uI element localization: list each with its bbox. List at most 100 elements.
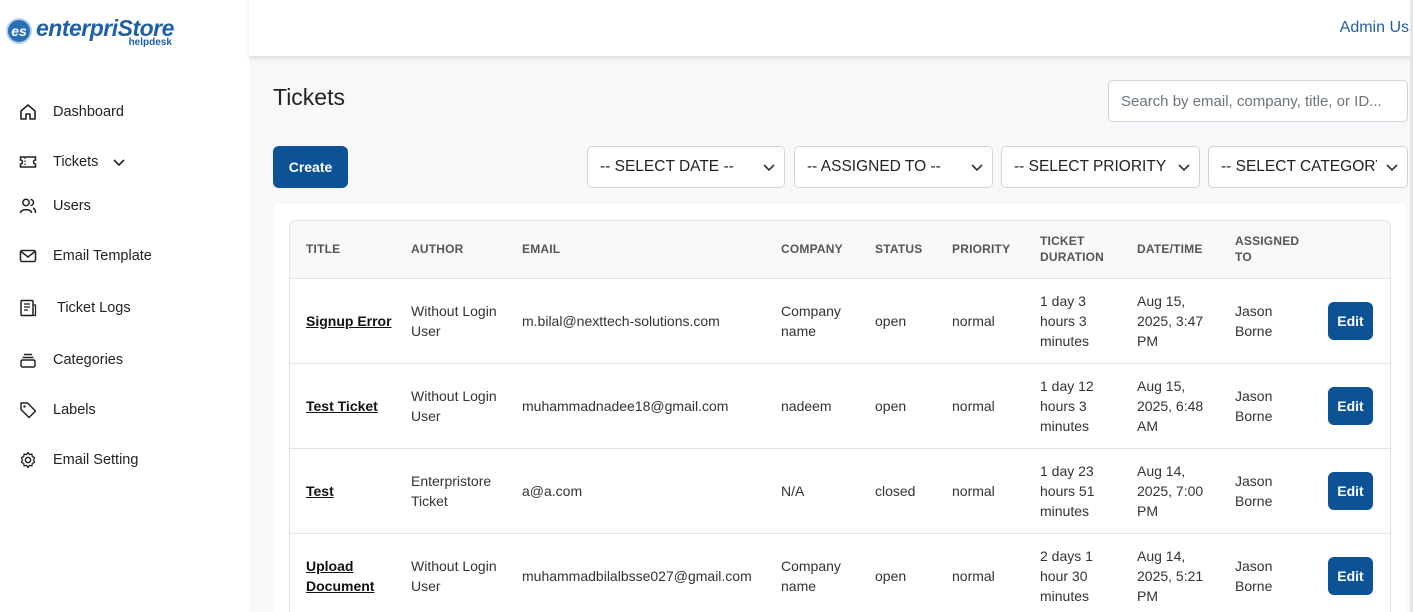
- cell-assigned: Jason Borne: [1235, 557, 1273, 594]
- cell-author: Without Login User: [411, 387, 497, 424]
- cell-assigned: Jason Borne: [1235, 472, 1273, 509]
- logo-sub: helpdesk: [128, 37, 172, 48]
- table-row: Test Ticket Without Login User muhammadn…: [290, 363, 1390, 448]
- cell-status: open: [875, 567, 907, 584]
- sidebar-item-label: Categories: [53, 352, 124, 368]
- ticket-icon: [18, 152, 38, 172]
- sidebar-item-label: Tickets: [53, 154, 99, 170]
- sidebar-item-label: Labels: [53, 402, 96, 418]
- page-title: Tickets: [273, 84, 345, 110]
- column-header-email: EMAIL: [506, 221, 765, 279]
- cell-title: Test: [290, 448, 395, 533]
- cell-author: Enterpristore Ticket: [411, 472, 492, 509]
- sidebar-item-labels[interactable]: Labels: [18, 398, 96, 422]
- edit-button[interactable]: Edit: [1328, 471, 1373, 510]
- column-header-author: AUTHOR: [395, 221, 506, 279]
- cell-title: Test Ticket: [290, 363, 395, 448]
- sidebar-item-label: Users: [53, 198, 91, 214]
- sidebar-item-label: Dashboard: [53, 104, 124, 120]
- cell-datetime: Aug 14, 2025, 7:00 PM: [1137, 462, 1204, 519]
- edit-button[interactable]: Edit: [1328, 301, 1373, 340]
- cell-priority: normal: [952, 567, 995, 584]
- logo-text: enterpriStore helpdesk: [36, 14, 174, 48]
- filter-label: -- SELECT CATEGORY --: [1221, 158, 1377, 175]
- category-filter-select[interactable]: -- SELECT CATEGORY --: [1208, 146, 1408, 188]
- date-filter-select[interactable]: -- SELECT DATE --: [587, 146, 785, 188]
- ticket-title-link[interactable]: Test Ticket: [306, 398, 378, 414]
- cell-duration: 1 day 23 hours 51 minutes: [1040, 462, 1095, 519]
- create-button[interactable]: Create: [273, 146, 348, 188]
- sidebar-item-tickets[interactable]: Tickets: [18, 150, 126, 174]
- sidebar-item-categories[interactable]: Categories: [18, 348, 123, 372]
- cell-status: open: [875, 312, 907, 329]
- users-icon: [18, 196, 38, 216]
- sidebar-item-label: Email Setting: [53, 452, 139, 468]
- logo-mark: es: [6, 18, 32, 44]
- cell-author: Without Login User: [411, 557, 497, 594]
- cell-status: closed: [875, 482, 916, 499]
- column-header-duration: TICKET DURATION: [1024, 221, 1121, 279]
- column-header-title: TITLE: [290, 221, 395, 279]
- top-bar: Admin Us: [249, 0, 1413, 56]
- cell-datetime: Aug 15, 2025, 6:48 AM: [1137, 377, 1204, 434]
- cell-company: Company name: [781, 557, 841, 594]
- ticket-title-link[interactable]: Upload Document: [306, 558, 374, 594]
- tickets-table-wrapper: TITLE AUTHOR EMAIL COMPANY STATUS PRIORI…: [289, 220, 1391, 612]
- tag-icon: [18, 400, 38, 420]
- column-header-assigned: ASSIGNED TO: [1219, 221, 1312, 279]
- sidebar-item-label: Ticket Logs: [57, 300, 131, 316]
- sidebar-item-dashboard[interactable]: Dashboard: [18, 100, 124, 124]
- envelope-icon: [18, 246, 38, 266]
- cell-assigned: Jason Borne: [1235, 387, 1273, 424]
- filter-label: -- SELECT PRIORITY --: [1014, 158, 1169, 175]
- cell-duration: 2 days 1 hour 30 minutes: [1040, 547, 1093, 604]
- table-row: Upload Document Without Login User muham…: [290, 533, 1390, 612]
- cell-duration: 1 day 3 hours 3 minutes: [1040, 292, 1090, 349]
- cell-email: a@a.com: [522, 482, 583, 499]
- table-row: Test Enterpristore Ticket a@a.com N/A cl…: [290, 448, 1390, 533]
- cell-status: open: [875, 397, 907, 414]
- edit-button[interactable]: Edit: [1328, 556, 1373, 595]
- filter-label: -- ASSIGNED TO --: [807, 158, 941, 175]
- brand-logo[interactable]: es enterpriStore helpdesk: [6, 14, 174, 50]
- cell-duration: 1 day 12 hours 3 minutes: [1040, 377, 1094, 434]
- main-content: Tickets Create -- SELECT DATE -- -- ASSI…: [249, 56, 1413, 612]
- cell-company: N/A: [781, 482, 805, 499]
- filter-label: -- SELECT DATE --: [600, 158, 734, 175]
- cell-priority: normal: [952, 397, 995, 414]
- sidebar-item-ticket-logs[interactable]: Ticket Logs: [18, 296, 131, 320]
- priority-filter-select[interactable]: -- SELECT PRIORITY --: [1001, 146, 1200, 188]
- chevron-down-icon[interactable]: [112, 155, 126, 169]
- cell-priority: normal: [952, 482, 995, 499]
- cell-actions: Edit: [1312, 278, 1390, 363]
- chevron-down-icon: [962, 147, 992, 187]
- table-header-row: TITLE AUTHOR EMAIL COMPANY STATUS PRIORI…: [290, 221, 1390, 279]
- sidebar-item-label: Email Template: [53, 248, 152, 264]
- column-header-priority: PRIORITY: [936, 221, 1024, 279]
- gear-icon: [18, 450, 38, 470]
- ticket-title-link[interactable]: Signup Error: [306, 313, 392, 329]
- home-icon: [18, 102, 38, 122]
- chevron-down-icon: [754, 147, 784, 187]
- cell-email: m.bilal@nexttech-solutions.com: [522, 312, 720, 329]
- cell-email: muhammadnadee18@gmail.com: [522, 397, 729, 414]
- cell-actions: Edit: [1312, 533, 1390, 612]
- sidebar-item-users[interactable]: Users: [18, 194, 91, 218]
- logs-icon: [18, 298, 38, 318]
- cell-title: Signup Error: [290, 278, 395, 363]
- cell-datetime: Aug 15, 2025, 3:47 PM: [1137, 292, 1204, 349]
- categories-icon: [18, 350, 38, 370]
- sidebar: es enterpriStore helpdesk Dashboard Tick…: [0, 0, 249, 612]
- assigned-filter-select[interactable]: -- ASSIGNED TO --: [794, 146, 993, 188]
- edit-button[interactable]: Edit: [1328, 386, 1373, 425]
- ticket-title-link[interactable]: Test: [306, 483, 334, 499]
- column-header-status: STATUS: [859, 221, 936, 279]
- cell-author: Without Login User: [411, 302, 497, 339]
- sidebar-item-email-template[interactable]: Email Template: [18, 244, 152, 268]
- column-header-company: COMPANY: [765, 221, 859, 279]
- search-input[interactable]: [1108, 80, 1408, 122]
- user-menu[interactable]: Admin Us: [1340, 19, 1409, 37]
- cell-assigned: Jason Borne: [1235, 302, 1273, 339]
- sidebar-item-email-setting[interactable]: Email Setting: [18, 448, 138, 472]
- cell-actions: Edit: [1312, 363, 1390, 448]
